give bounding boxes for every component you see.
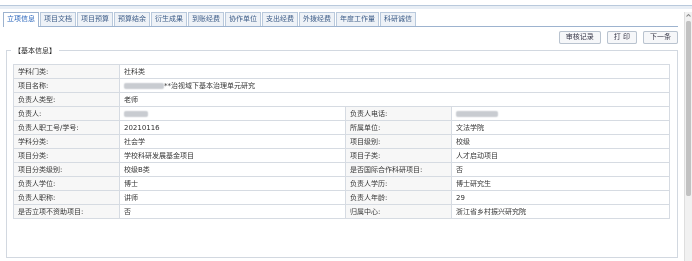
basic-info-section: 【基本信息】 学科门类: 社科类 项目名称: **治视域下基本治理单元研究 负责… [6,46,678,258]
redacted-text [124,82,164,89]
field-label: 学科分类: [13,134,120,149]
field-label: 是否立项不资助项目: [13,204,120,219]
field-value: 20210116 [119,120,346,135]
field-value: 校级 [451,134,670,149]
field-value: 博士 [119,176,346,191]
field-label: 所属单位: [345,120,452,135]
field-label: 负责人类型: [13,92,120,107]
print-button[interactable]: 打 印 [606,31,637,44]
table-row: 项目名称: **治视域下基本治理单元研究 [13,78,670,93]
tab-partner-units[interactable]: 协作单位 [225,12,261,26]
top-strip-bar [0,5,692,9]
table-row: 学科门类: 社科类 [13,64,670,79]
tab-derived-results[interactable]: 衍生成果 [151,12,187,26]
field-value: 老师 [119,92,670,107]
field-label: 负责人: [13,106,120,121]
field-label: 负责人职工号/学号: [13,120,120,135]
tab-project-info[interactable]: 立项信息 [3,12,39,27]
top-strip [0,0,692,10]
field-label: 负责人年龄: [345,190,452,205]
table-row: 学科分类: 社会学 项目级别: 校级 [13,134,670,149]
tab-research-integrity[interactable]: 科研诚信 [380,12,416,26]
field-value: 文法学院 [451,120,670,135]
field-label: 项目子类: [345,148,452,163]
tab-project-docs[interactable]: 项目文档 [40,12,76,26]
field-value: 社会学 [119,134,346,149]
field-label: 项目级别: [345,134,452,149]
section-title: 【基本信息】 [11,46,59,56]
tab-annual-workload[interactable]: 年度工作量 [336,12,379,26]
field-value [451,106,670,121]
toolbar: 审核记录 打 印 下一条 [558,31,678,44]
field-label: 负责人电话: [345,106,452,121]
tab-budget-balance[interactable]: 预算结余 [114,12,150,26]
table-row: 负责人职工号/学号: 20210116 所属单位: 文法学院 [13,120,670,135]
field-value: 博士研究生 [451,176,670,191]
table-row: 项目分类级别: 校级B类 是否国际合作科研项目: 否 [13,162,670,177]
tab-expenditure[interactable]: 支出经费 [262,12,298,26]
table-row: 负责人学位: 博士 负责人学历: 博士研究生 [13,176,670,191]
field-label: 学科门类: [13,64,120,79]
field-value: 社科类 [119,64,670,79]
vertical-scrollbar[interactable] [684,12,692,261]
table-row: 负责人: 负责人电话: [13,106,670,121]
redacted-name [124,110,148,117]
field-label: 归属中心: [345,204,452,219]
scroll-up-arrow-icon[interactable] [685,12,692,19]
table-row: 负责人职称: 讲师 负责人年龄: 29 [13,190,670,205]
field-value: 29 [451,190,670,205]
field-label: 负责人学位: [13,176,120,191]
field-value: 浙江省乡村振兴研究院 [451,204,670,219]
field-value: 讲师 [119,190,346,205]
field-value: 学校科研发展基金项目 [119,148,346,163]
field-value: 人才启动项目 [451,148,670,163]
table-row: 负责人类型: 老师 [13,92,670,107]
field-value: **治视域下基本治理单元研究 [119,78,670,93]
tab-received-funds[interactable]: 到账经费 [188,12,224,26]
next-record-button[interactable]: 下一条 [643,31,678,44]
field-label: 项目分类: [13,148,120,163]
tab-bar: 立项信息 项目文档 项目预算 预算结余 衍生成果 到账经费 协作单位 支出经费 … [3,12,678,27]
field-value [119,106,346,121]
field-label: 负责人学历: [345,176,452,191]
field-label: 负责人职称: [13,190,120,205]
table-row: 是否立项不资助项目: 否 归属中心: 浙江省乡村振兴研究院 [13,204,670,219]
basic-info-table: 学科门类: 社科类 项目名称: **治视域下基本治理单元研究 负责人类型: 老师… [13,64,670,219]
field-value: 校级B类 [119,162,346,177]
field-label: 项目名称: [13,78,120,93]
tab-outgoing-funds[interactable]: 外拨经费 [299,12,335,26]
table-row: 项目分类: 学校科研发展基金项目 项目子类: 人才启动项目 [13,148,670,163]
field-value: 否 [119,204,346,219]
field-value: 否 [451,162,670,177]
project-name-value: **治视域下基本治理单元研究 [164,81,255,90]
tab-project-budget[interactable]: 项目预算 [77,12,113,26]
field-label: 项目分类级别: [13,162,120,177]
redacted-phone [456,110,498,117]
field-label: 是否国际合作科研项目: [345,162,452,177]
scrollbar-thumb[interactable] [686,21,691,196]
review-record-button[interactable]: 审核记录 [558,31,601,44]
